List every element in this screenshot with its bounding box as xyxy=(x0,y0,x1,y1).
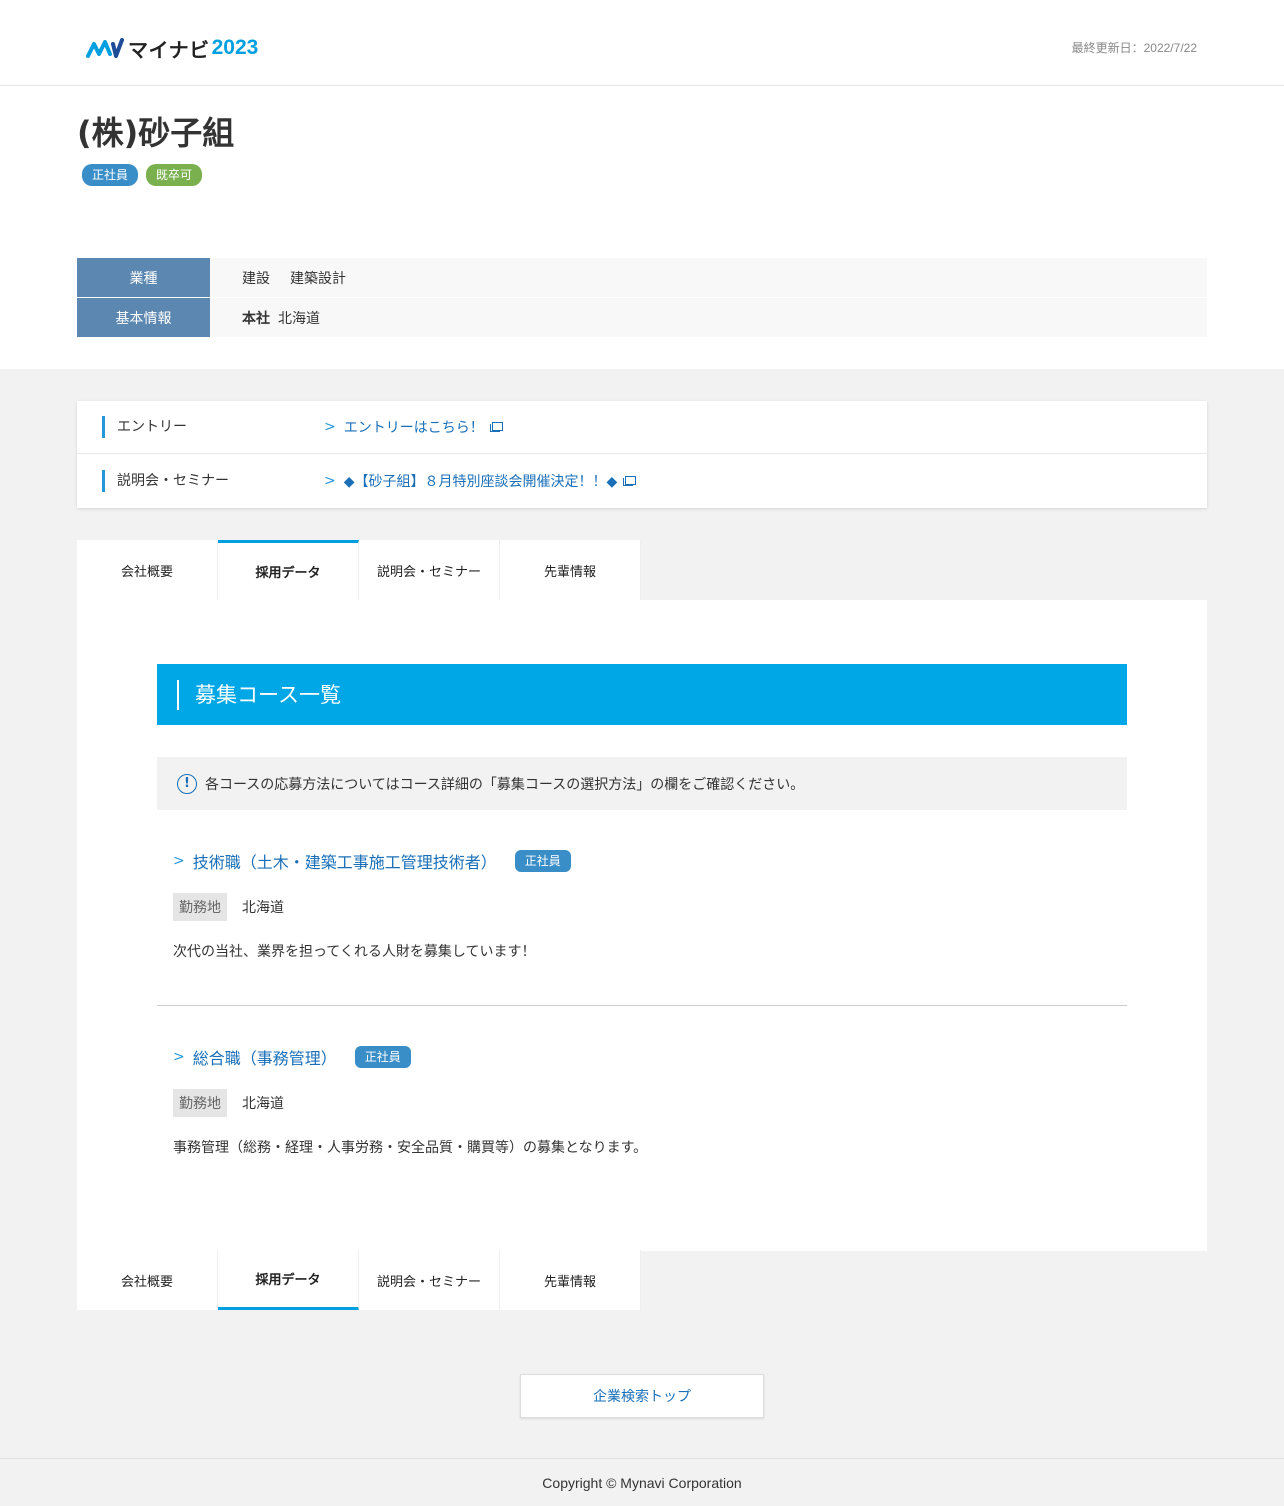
tab-recruitment-data[interactable]: 採用データ xyxy=(218,540,359,600)
industry-label: 業種 xyxy=(77,258,210,297)
course-item: > 技術職（土木・建築工事施工管理技術者） 正社員 勤務地 北海道 次代の当社、… xyxy=(173,849,1113,961)
mynavi-logo[interactable]: マイナビ 2023 xyxy=(86,34,258,62)
mynavi-logo-icon xyxy=(86,38,124,58)
tab-senior-info[interactable]: 先輩情報 xyxy=(500,540,641,600)
site-header: マイナビ 2023 最終更新日：2022/7/22 xyxy=(0,0,1284,86)
tab-seminars[interactable]: 説明会・セミナー xyxy=(359,540,500,600)
course-description: 次代の当社、業界を担ってくれる人財を募集しています！ xyxy=(173,944,536,960)
logo-year: 2023 xyxy=(211,36,259,59)
badge-fulltime: 正社員 xyxy=(82,164,139,186)
external-link-icon xyxy=(623,476,637,486)
company-summary: (株)砂子組 正社員 既卒可 業種 建設 建築設計 基本情報 本社 北海道 xyxy=(0,86,1284,369)
chevron-right-icon: > xyxy=(173,853,185,869)
basic-info-value: 本社 北海道 xyxy=(210,298,1207,337)
tab-senior-info[interactable]: 先輩情報 xyxy=(500,1250,641,1310)
entry-link-text: エントリーはこちら！ xyxy=(343,420,484,436)
seminar-label: 説明会・セミナー xyxy=(102,470,229,492)
tabs-top: 会社概要 採用データ 説明会・セミナー 先輩情報 xyxy=(77,540,641,600)
tabs-bottom: 会社概要 採用データ 説明会・セミナー 先輩情報 xyxy=(77,1250,641,1310)
basic-info-label: 基本情報 xyxy=(77,298,210,337)
info-icon: ! xyxy=(177,773,197,794)
company-badges: 正社員 既卒可 xyxy=(82,164,203,186)
badge-graduates-ok: 既卒可 xyxy=(146,164,203,186)
company-info-table: 業種 建設 建築設計 基本情報 本社 北海道 xyxy=(77,258,1207,338)
tab-seminars[interactable]: 説明会・セミナー xyxy=(359,1250,500,1310)
section-title-bar: 募集コース一覧 xyxy=(157,664,1127,725)
chevron-right-icon: > xyxy=(324,473,336,489)
seminar-link[interactable]: > ◆【砂子組】８月特別座談会開催決定！！◆ xyxy=(324,471,637,491)
industry-value: 建設 建築設計 xyxy=(210,258,1207,297)
info-row-industry: 業種 建設 建築設計 xyxy=(77,258,1207,297)
work-location-label: 勤務地 xyxy=(173,1089,227,1117)
notice-box: ! 各コースの応募方法についてはコース詳細の「募集コースの選択方法」の欄をご確認… xyxy=(157,757,1127,810)
tab-company-overview[interactable]: 会社概要 xyxy=(77,1250,218,1310)
course-item: > 総合職（事務管理） 正社員 勤務地 北海道 事務管理（総務・経理・人事労務・… xyxy=(173,1045,1113,1157)
course-description: 事務管理（総務・経理・人事労務・安全品質・購買等）の募集となります。 xyxy=(173,1140,648,1156)
notice-text: 各コースの応募方法についてはコース詳細の「募集コースの選択方法」の欄をご確認くだ… xyxy=(205,776,805,793)
chevron-right-icon: > xyxy=(173,1049,185,1065)
entry-box: エントリー > エントリーはこちら！ 説明会・セミナー > ◆【砂子組】８月特別… xyxy=(77,401,1207,508)
last-updated: 最終更新日：2022/7/22 xyxy=(1071,41,1197,55)
hq-label: 本社 xyxy=(242,310,270,327)
entry-label: エントリー xyxy=(102,416,187,438)
work-location-value: 北海道 xyxy=(242,900,284,916)
logo-text: マイナビ xyxy=(128,37,210,62)
entry-link[interactable]: > エントリーはこちら！ xyxy=(324,417,503,437)
footer-copyright: Copyright © Mynavi Corporation xyxy=(0,1458,1284,1506)
chevron-right-icon: > xyxy=(324,419,336,435)
entry-row-entry: エントリー > エントリーはこちら！ xyxy=(77,401,1207,454)
tab-company-overview[interactable]: 会社概要 xyxy=(77,540,218,600)
tab-recruitment-data[interactable]: 採用データ xyxy=(218,1250,359,1310)
work-location-label: 勤務地 xyxy=(173,893,227,921)
work-location-value: 北海道 xyxy=(242,1096,284,1112)
company-search-top-button[interactable]: 企業検索トップ xyxy=(520,1374,764,1418)
industry-value-2: 建築設計 xyxy=(290,270,346,287)
industry-value-1: 建設 xyxy=(242,270,270,287)
course-divider xyxy=(157,1005,1127,1006)
course-badge: 正社員 xyxy=(514,850,571,872)
info-row-basic: 基本情報 本社 北海道 xyxy=(77,298,1207,337)
hq-value: 北海道 xyxy=(278,310,320,327)
company-name: (株)砂子組 xyxy=(77,114,235,152)
course-title-link[interactable]: 技術職（土木・建築工事施工管理技術者） xyxy=(193,849,497,873)
recruitment-panel: 募集コース一覧 ! 各コースの応募方法についてはコース詳細の「募集コースの選択方… xyxy=(77,600,1207,1251)
section-title: 募集コース一覧 xyxy=(177,680,341,710)
entry-row-seminar: 説明会・セミナー > ◆【砂子組】８月特別座談会開催決定！！◆ xyxy=(77,454,1207,508)
seminar-link-text: ◆【砂子組】８月特別座談会開催決定！！◆ xyxy=(343,474,618,490)
course-title-link[interactable]: 総合職（事務管理） xyxy=(193,1045,337,1069)
external-link-icon xyxy=(489,422,503,432)
course-badge: 正社員 xyxy=(354,1046,411,1068)
